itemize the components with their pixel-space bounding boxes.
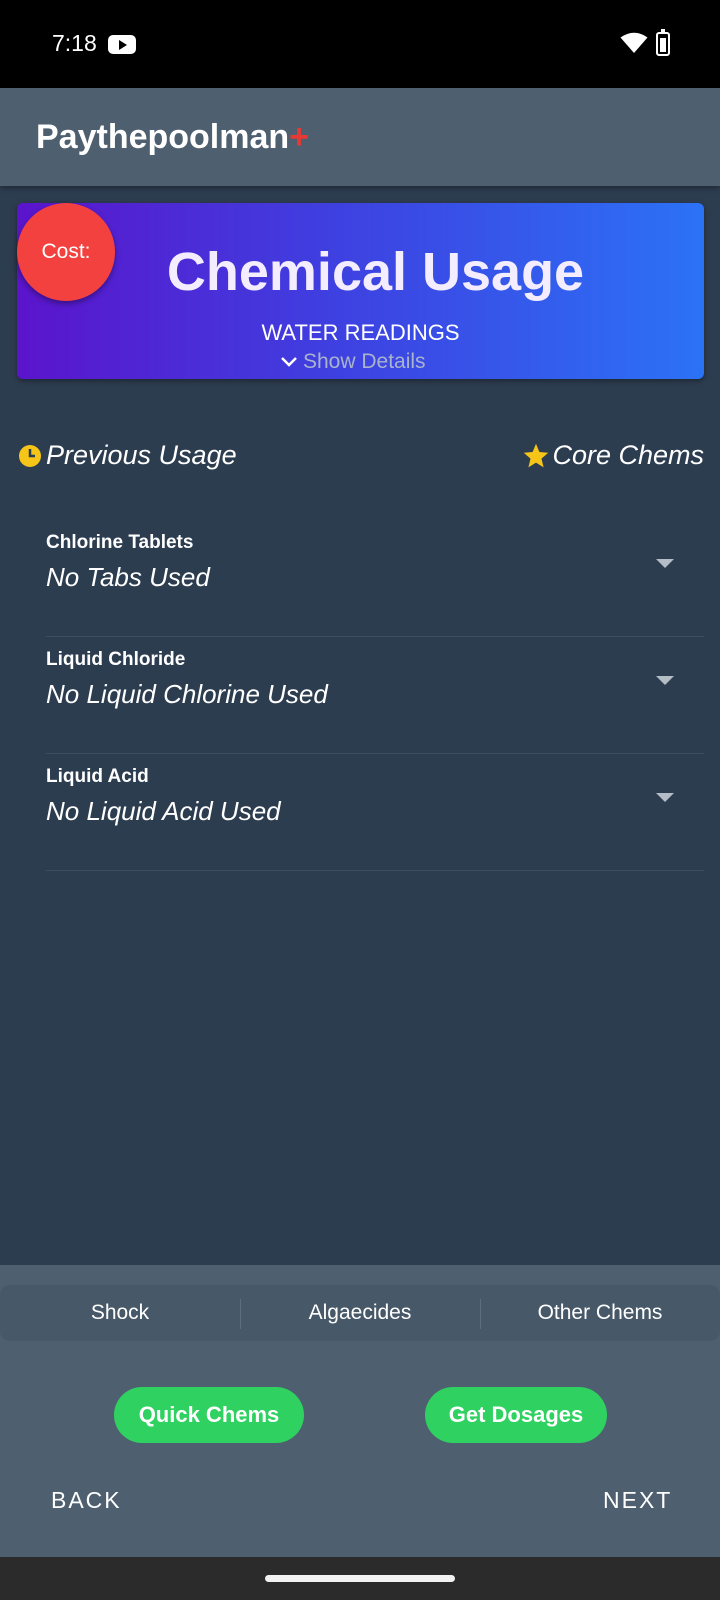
quick-chems-button[interactable]: Quick Chems [114, 1387, 304, 1443]
show-details-toggle[interactable]: Show Details [279, 349, 426, 375]
tab-shock[interactable]: Shock [0, 1285, 240, 1341]
page-title: Chemical Usage [166, 242, 585, 302]
cost-label: Cost: [41, 240, 91, 263]
banner-subtitle: WATER READINGS [261, 320, 460, 345]
chem-label: Liquid Acid [46, 766, 149, 787]
chevron-down-icon [281, 357, 297, 367]
star-icon [524, 443, 549, 467]
app-title-text: Paythepoolman [36, 118, 290, 156]
dropdown-arrow-icon [656, 793, 674, 802]
chem-label: Liquid Chloride [46, 649, 186, 670]
chem-dropdown-liquid-chloride[interactable]: Liquid Chloride No Liquid Chlorine Used [46, 637, 704, 754]
battery-icon [656, 29, 670, 56]
youtube-icon [108, 35, 136, 54]
dropdown-arrow-icon [656, 676, 674, 685]
chemical-usage-banner: Chemical Usage WATER READINGS Show Detai… [17, 203, 704, 379]
app-bar: Paythepoolman+ [0, 88, 720, 186]
usage-links: Previous Usage Core Chems [18, 440, 704, 480]
tab-other-chems[interactable]: Other Chems [480, 1285, 720, 1341]
bottom-panel: Shock Algaecides Other Chems Quick Chems… [0, 1265, 720, 1557]
chem-label: Chlorine Tablets [46, 532, 194, 553]
app-title-plus: + [289, 118, 310, 156]
chem-value: No Tabs Used [46, 562, 210, 592]
core-chems-label: Core Chems [552, 440, 704, 470]
system-nav-bar [0, 1557, 720, 1600]
chemical-list: Chlorine Tablets No Tabs Used Liquid Chl… [46, 520, 704, 871]
show-details-label: Show Details [303, 350, 426, 373]
app-title: Paythepoolman+ [36, 118, 309, 157]
status-time: 7:18 [52, 30, 97, 56]
get-dosages-button[interactable]: Get Dosages [425, 1387, 607, 1443]
home-handle[interactable] [265, 1575, 455, 1582]
back-button[interactable]: BACK [51, 1487, 122, 1514]
tab-algaecides[interactable]: Algaecides [240, 1285, 480, 1341]
dropdown-arrow-icon [656, 559, 674, 568]
previous-usage-link[interactable]: Previous Usage [18, 440, 237, 471]
chem-value: No Liquid Chlorine Used [46, 679, 328, 709]
chem-category-tabs: Shock Algaecides Other Chems [0, 1285, 720, 1341]
core-chems-link[interactable]: Core Chems [522, 440, 704, 471]
previous-usage-label: Previous Usage [46, 440, 237, 470]
status-bar: 7:18 [0, 0, 720, 88]
cost-badge[interactable]: Cost: [17, 203, 115, 301]
next-button[interactable]: NEXT [603, 1487, 672, 1514]
wifi-icon [620, 32, 648, 53]
chem-value: No Liquid Acid Used [46, 796, 281, 826]
chem-dropdown-chlorine-tablets[interactable]: Chlorine Tablets No Tabs Used [46, 520, 704, 637]
chem-dropdown-liquid-acid[interactable]: Liquid Acid No Liquid Acid Used [46, 754, 704, 871]
clock-icon [19, 444, 41, 467]
